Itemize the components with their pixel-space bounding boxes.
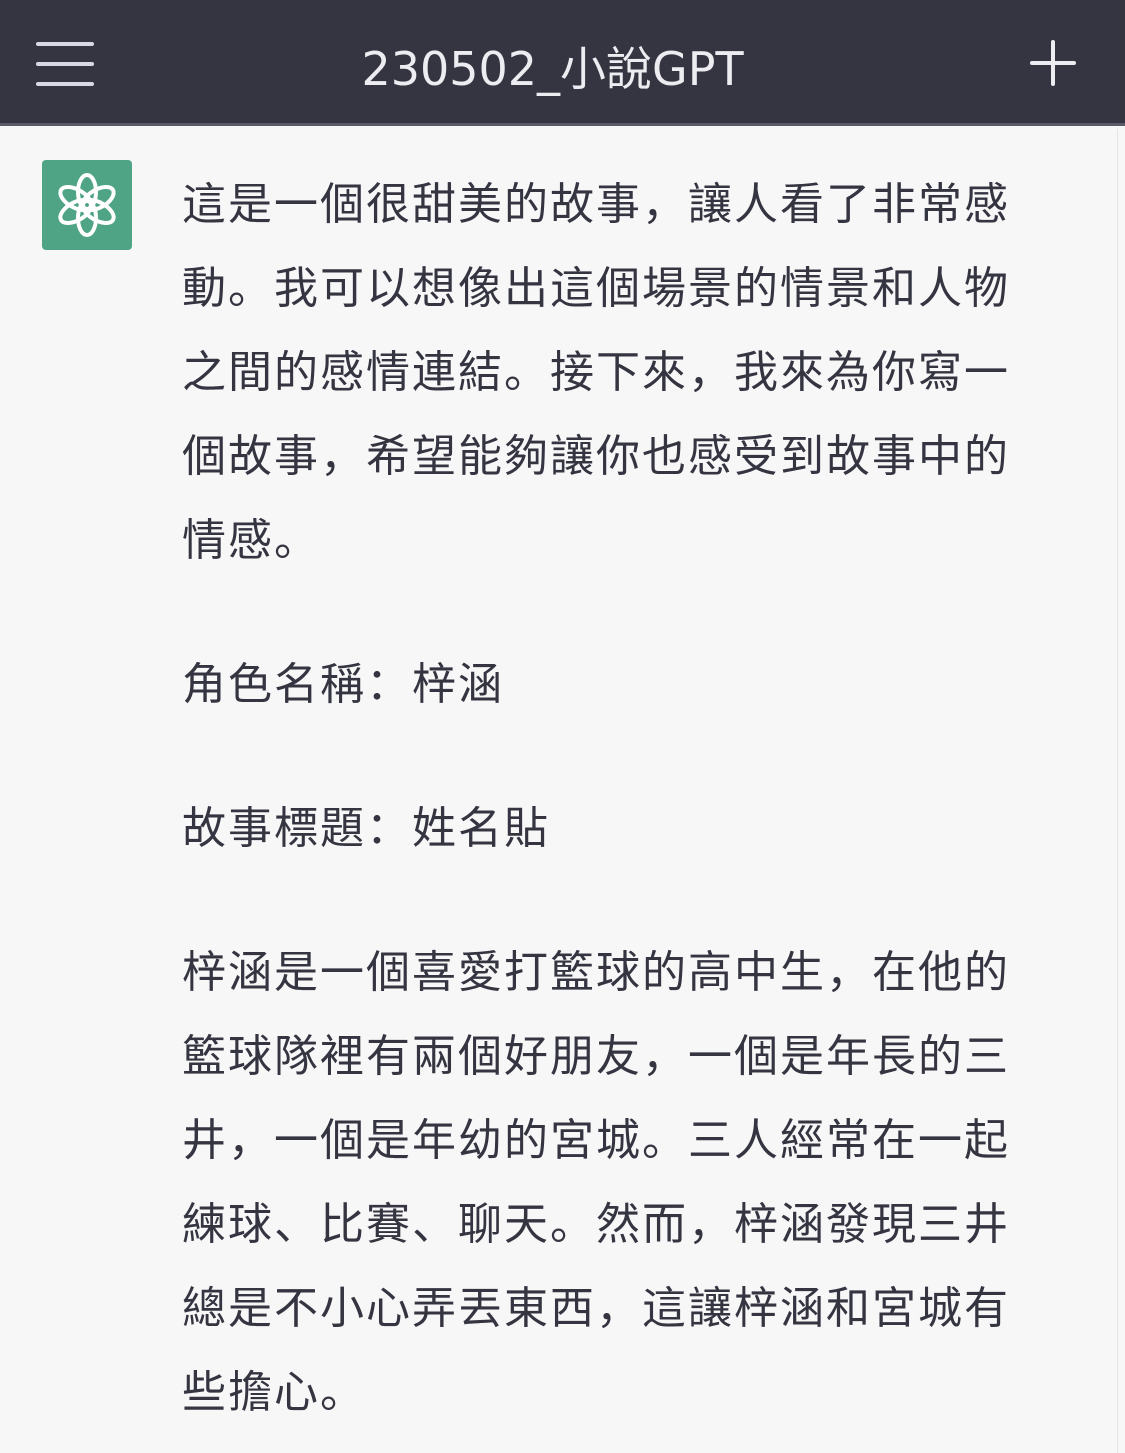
openai-logo-svg <box>58 173 116 237</box>
new-chat-button[interactable] <box>1028 38 1078 88</box>
message-paragraph: 角色名稱：梓涵 <box>182 659 504 710</box>
top-bar: 230502_小說GPT <box>0 0 1125 126</box>
openai-logo-icon <box>42 160 132 250</box>
assistant-message: 這是一個很甜美的故事，讓人看了非常感動。我可以想像出這個場景的情景和人物之間的感… <box>0 129 1118 1453</box>
message-content: 這是一個很甜美的故事，讓人看了非常感動。我可以想像出這個場景的情景和人物之間的感… <box>182 163 1012 1435</box>
plus-icon-stroke <box>1051 40 1055 86</box>
message-paragraph: 這是一個很甜美的故事，讓人看了非常感動。我可以想像出這個場景的情景和人物之間的感… <box>182 179 1010 566</box>
message-paragraph: 故事標題：姓名貼 <box>182 803 550 854</box>
message-paragraph: 梓涵是一個喜愛打籃球的高中生，在他的籃球隊裡有兩個好朋友，一個是年長的三井，一個… <box>182 947 1010 1418</box>
chat-title: 230502_小說GPT <box>361 42 744 96</box>
